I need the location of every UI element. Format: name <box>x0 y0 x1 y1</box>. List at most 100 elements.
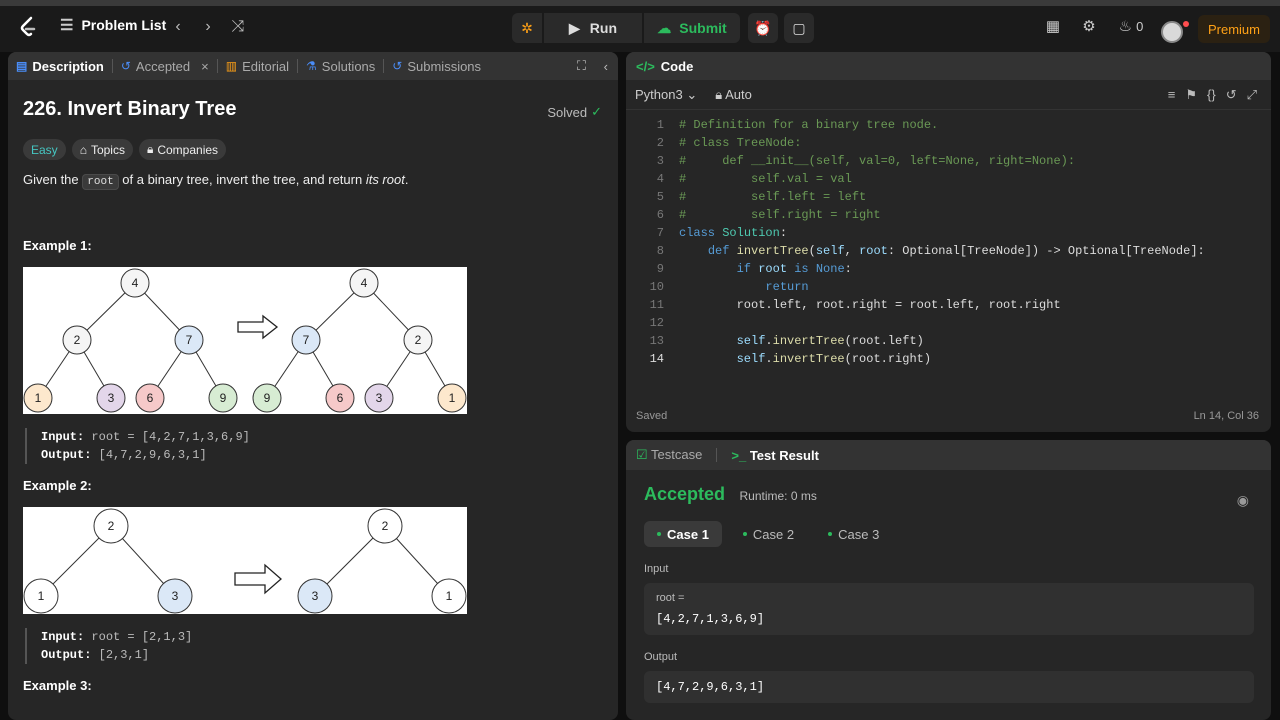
line-number: 14 <box>649 352 664 366</box>
auto-mode[interactable]: 🔒︎ Auto <box>715 87 752 103</box>
settings-gear-icon[interactable]: ⚙ <box>1079 16 1099 36</box>
svg-text:4: 4 <box>361 276 368 290</box>
avatar[interactable] <box>1161 21 1183 43</box>
format-icon[interactable]: ≡ <box>1168 87 1176 103</box>
svg-text:6: 6 <box>147 391 154 405</box>
run-button[interactable]: ▶ Run <box>544 13 642 43</box>
list-icon: ☰ <box>60 17 74 34</box>
companies-chip[interactable]: 🔒︎ Companies <box>138 139 227 160</box>
streak-counter[interactable]: ♨ 0 <box>1114 16 1148 36</box>
description-panel: ▤ Description ↺ Accepted × ▥ Editorial ⚗… <box>8 52 618 720</box>
chevron-down-icon: ⌄ <box>686 86 698 102</box>
example-1-io: Input: root = [4,2,7,1,3,6,9] Output: [4… <box>25 428 603 464</box>
leetcode-logo-icon[interactable] <box>18 16 40 38</box>
result-tabs: ☑ Testcase >_ Test Result <box>626 440 1271 470</box>
line-number: 4 <box>656 172 664 186</box>
svg-text:2: 2 <box>74 333 81 347</box>
code-line: # class TreeNode: <box>679 136 802 150</box>
case-tab[interactable]: Case 2 <box>730 521 807 547</box>
eye-icon[interactable]: ◉ <box>1237 492 1249 509</box>
svg-text:1: 1 <box>449 391 456 405</box>
close-tab-icon[interactable]: × <box>201 59 209 74</box>
run-submit-group: ✲ ▶ Run ☁ Submit ⏰ ▢ <box>512 13 814 43</box>
case-tab[interactable]: Case 3 <box>815 521 892 547</box>
tab-label: Test Result <box>749 447 819 463</box>
test-result-panel: ☑ Testcase >_ Test Result Accepted Runti… <box>626 440 1271 720</box>
pass-dot <box>742 532 747 536</box>
line-number: 13 <box>649 334 664 348</box>
tab-submissions[interactable]: ↺ Submissions <box>384 52 489 80</box>
note-icon[interactable]: ▢ <box>784 13 814 43</box>
input-value: [4,2,7,1,3,6,9] <box>656 612 765 626</box>
code-line: if root is None: <box>736 262 852 276</box>
problem-description: 226. Invert Binary Tree Solved ✓ Easy ⌂ … <box>8 80 618 711</box>
reset-icon[interactable]: ↺ <box>1226 87 1237 103</box>
output-label: Output: <box>41 648 92 662</box>
code-icon: </> <box>636 58 655 74</box>
runtime: Runtime: 0 ms <box>739 489 817 503</box>
svg-text:4: 4 <box>132 276 139 290</box>
example-2-tree-image: 2 1 3 2 3 1 <box>23 507 467 614</box>
alarm-icon[interactable]: ⏰ <box>748 13 778 43</box>
code-line: # def __init__(self, val=0, left=None, r… <box>679 154 1076 168</box>
braces-icon[interactable]: {} <box>1207 87 1216 103</box>
input-value: root = [4,2,7,1,3,6,9] <box>91 430 250 444</box>
code-line: # self.val = val <box>679 172 852 186</box>
svg-text:1: 1 <box>38 589 45 603</box>
layout-icon[interactable]: ▦ <box>1043 16 1063 36</box>
tab-description[interactable]: ▤ Description <box>8 52 112 80</box>
difficulty-badge: Easy <box>23 139 66 160</box>
tab-solutions[interactable]: ⚗ Solutions <box>298 52 383 80</box>
output-label: Output: <box>41 448 92 462</box>
tag-icon: ⌂ <box>79 142 87 157</box>
solved-label: Solved <box>547 104 588 120</box>
inline-code: root <box>82 174 119 190</box>
tab-accepted[interactable]: ↺ Accepted × <box>113 52 217 80</box>
code-panel: </> Code Python3 ⌄ 🔒︎ Auto ≡ ⚑ {} ↺ ⤢ 1 … <box>626 52 1271 432</box>
streak-count: 0 <box>1136 18 1144 34</box>
tree-diagram: 4 2 7 1 3 6 9 4 7 2 9 6 3 1 <box>23 268 467 413</box>
next-problem-button[interactable]: › <box>196 15 220 39</box>
fullscreen-icon[interactable]: ⤢ <box>1247 87 1257 103</box>
topics-chip[interactable]: ⌂ Topics <box>71 139 133 160</box>
tab-editorial[interactable]: ▥ Editorial <box>218 52 297 80</box>
premium-button[interactable]: Premium <box>1198 15 1270 43</box>
svg-text:3: 3 <box>108 391 115 405</box>
language-select[interactable]: Python3 ⌄ <box>635 87 697 103</box>
tab-label: Description <box>32 58 104 74</box>
submit-label: Submit <box>679 20 727 36</box>
case-label: Case 3 <box>838 526 880 542</box>
terminal-icon: >_ <box>731 447 747 463</box>
case-tab[interactable]: Case 1 <box>644 521 722 547</box>
tab-testcase[interactable]: ☑ Testcase <box>636 447 702 463</box>
verdict: Accepted <box>644 484 726 504</box>
debug-icon[interactable]: ✲ <box>512 13 542 43</box>
problem-tags: Easy ⌂ Topics 🔒︎ Companies <box>23 139 603 160</box>
line-number: 8 <box>656 244 664 258</box>
input-box: root = [4,2,7,1,3,6,9] <box>644 583 1254 635</box>
submit-button[interactable]: ☁ Submit <box>644 13 740 43</box>
svg-text:1: 1 <box>446 589 453 603</box>
check-circle-icon: ✓ <box>591 104 602 119</box>
tab-test-result[interactable]: >_ Test Result <box>731 448 819 463</box>
prev-problem-button[interactable]: ‹ <box>166 15 190 39</box>
problem-list-label: Problem List <box>81 17 167 33</box>
line-number: 12 <box>649 316 664 330</box>
expand-icon[interactable]: ⛶ <box>577 58 586 74</box>
code-line: def invertTree(self, root: Optional[Tree… <box>707 244 1205 258</box>
divider <box>716 448 718 462</box>
case-tabs: Case 1 Case 2 Case 3 <box>644 521 1253 547</box>
description-icon: ▤ <box>16 59 28 73</box>
problem-list-link[interactable]: ☰ Problem List <box>60 16 166 34</box>
collapse-icon[interactable]: ‹ <box>604 59 608 74</box>
shuffle-icon[interactable]: ⤨ <box>226 15 250 39</box>
svg-text:2: 2 <box>415 333 422 347</box>
code-editor[interactable]: 1 # Definition for a binary tree node. 2… <box>626 110 1271 366</box>
bookmark-icon[interactable]: ⚑ <box>1185 87 1197 103</box>
pass-dot <box>828 532 833 536</box>
line-number: 11 <box>649 298 664 312</box>
tab-label: Testcase <box>651 447 703 462</box>
fire-icon: ♨ <box>1118 18 1133 35</box>
param-label: root = <box>656 592 685 604</box>
line-number: 3 <box>656 154 664 168</box>
